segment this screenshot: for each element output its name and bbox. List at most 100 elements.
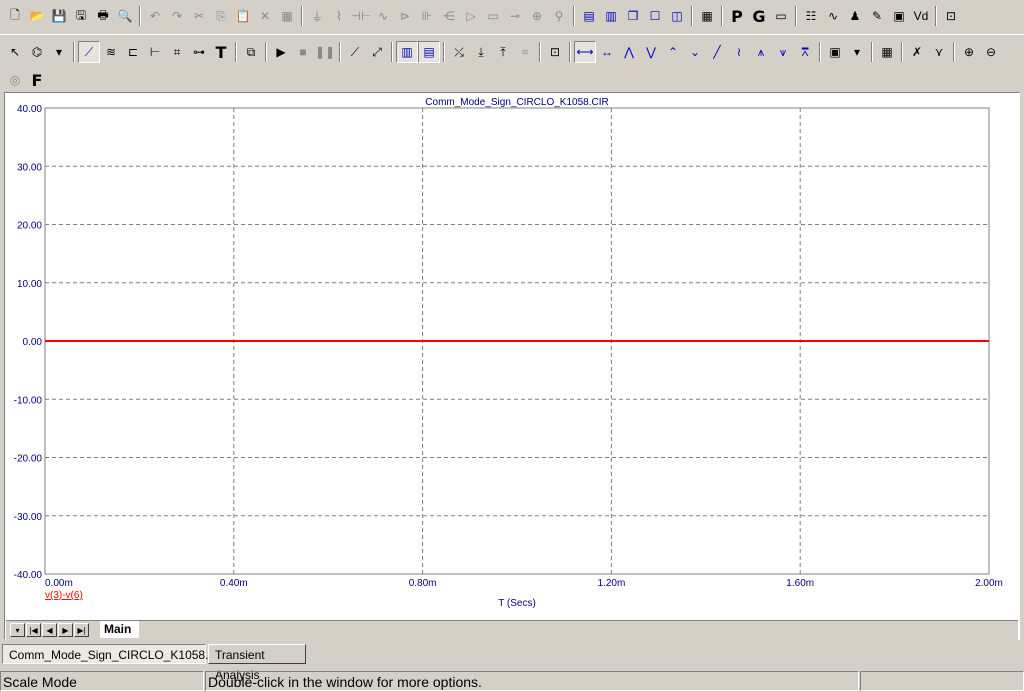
pause-icon[interactable]: ❚❚	[314, 41, 336, 63]
minor-grid-icon[interactable]: ▤	[418, 41, 440, 63]
peak-icon[interactable]: ⤯	[448, 41, 470, 63]
line-icon[interactable]: ⟋	[344, 41, 366, 63]
zoom-out-icon[interactable]: ⊖	[980, 41, 1002, 63]
opamp-icon[interactable]: ▷	[460, 5, 482, 27]
table-icon[interactable]: ▦	[876, 41, 898, 63]
inflection-icon[interactable]: ≀	[728, 41, 750, 63]
pointer-icon[interactable]: ↖	[4, 41, 26, 63]
y-axis-icon[interactable]: ⋎	[928, 41, 950, 63]
run-icon[interactable]: ▶	[270, 41, 292, 63]
open-folder-icon[interactable]: 📂	[26, 5, 48, 27]
global-high-icon[interactable]: ⩚	[750, 41, 772, 63]
next-tab-button[interactable]: ▶	[58, 623, 73, 637]
flag-icon[interactable]: ⚲	[548, 5, 570, 27]
valley-icon[interactable]: ⤓	[470, 41, 492, 63]
cascade-icon[interactable]: ❐	[622, 5, 644, 27]
y-tick-label: -30.00	[14, 512, 43, 523]
prev-tab-button[interactable]: ◀	[42, 623, 57, 637]
box-icon[interactable]: ⊏	[122, 41, 144, 63]
dropdown-arrow-icon[interactable]: ▾	[48, 41, 70, 63]
copy-icon[interactable]: ⎘	[210, 5, 232, 27]
dataset-icon[interactable]: ▣	[824, 41, 846, 63]
scale-mode-icon[interactable]: ⟋	[78, 41, 100, 63]
maximize-window-icon[interactable]: ☐	[644, 5, 666, 27]
dashed-line-icon[interactable]: ⤢	[366, 41, 388, 63]
undo-icon[interactable]: ↶	[144, 5, 166, 27]
color-palette-icon[interactable]: ◎	[4, 69, 26, 91]
next-simple-valley-icon[interactable]: ⌄	[684, 41, 706, 63]
save-icon[interactable]: 💾	[48, 5, 70, 27]
chart-zoom-icon[interactable]: ⊡	[544, 41, 566, 63]
cursor-mode-icon[interactable]: ⊢	[144, 41, 166, 63]
pen-icon[interactable]: ✎	[866, 5, 888, 27]
battery-icon[interactable]: ⊪	[416, 5, 438, 27]
diode-icon[interactable]: ⊳	[394, 5, 416, 27]
tile-vertical-icon[interactable]: ▥	[600, 5, 622, 27]
transistor-icon[interactable]: ⋲	[438, 5, 460, 27]
y-tick-label: 30.00	[17, 162, 42, 173]
sheet-tab-main[interactable]: Main	[100, 621, 140, 638]
dropdown-arrow2-icon[interactable]: ▾	[846, 41, 868, 63]
g-button-icon[interactable]: G	[748, 5, 770, 27]
select-shapes-icon[interactable]: ⌬	[26, 41, 48, 63]
save-all-icon[interactable]: 🖫	[70, 5, 92, 27]
text-icon[interactable]: T	[210, 41, 232, 63]
next-peak-icon[interactable]: ⋀	[618, 41, 640, 63]
tile-horizontal-icon[interactable]: ▤	[578, 5, 600, 27]
redo-icon[interactable]: ↷	[166, 5, 188, 27]
grid-icon[interactable]: ▥	[396, 41, 418, 63]
paste-icon[interactable]: 📋	[232, 5, 254, 27]
macro-icon[interactable]: ▭	[482, 5, 504, 27]
plot-window[interactable]: 40.00 30.00 20.00 10.00 0.00 -10.00 -20.00 -30.…	[4, 92, 1020, 640]
top-icon[interactable]: ⩞	[794, 41, 816, 63]
series-legend-label[interactable]: v(3)-v(6)	[45, 590, 83, 601]
first-tab-button[interactable]: |◀	[26, 623, 41, 637]
point-tag-icon[interactable]: ⌗	[166, 41, 188, 63]
cursor-right-icon[interactable]: ↔	[596, 41, 618, 63]
calculator-icon[interactable]: ▦	[696, 5, 718, 27]
x-axis-icon[interactable]: ✗	[906, 41, 928, 63]
switch-icon[interactable]: ⊸	[504, 5, 526, 27]
font-icon[interactable]: F	[26, 69, 48, 91]
high-icon[interactable]: ⤒	[492, 41, 514, 63]
inductor-icon[interactable]: ∿	[372, 5, 394, 27]
probe-icon[interactable]: ♟	[844, 5, 866, 27]
transient-chart[interactable]: 40.00 30.00 20.00 10.00 0.00 -10.00 -20.00 -30.…	[5, 93, 1019, 639]
scope-icon[interactable]: ▣	[888, 5, 910, 27]
global-low-icon[interactable]: ⩛	[772, 41, 794, 63]
source-icon[interactable]: ⊕	[526, 5, 548, 27]
doc-tab-transient[interactable]: Transient Analysis	[208, 644, 306, 682]
select-all-icon[interactable]: ▦	[276, 5, 298, 27]
slope-icon[interactable]: ╱	[706, 41, 728, 63]
waveform-pan-icon[interactable]: ≋	[100, 41, 122, 63]
delete-icon[interactable]: ✕	[254, 5, 276, 27]
properties-icon[interactable]: ☷	[800, 5, 822, 27]
toolbar-separator	[721, 6, 723, 26]
next-simple-peak-icon[interactable]: ⌃	[662, 41, 684, 63]
zoom-in-icon[interactable]: ⊕	[958, 41, 980, 63]
last-tab-button[interactable]: ▶|	[74, 623, 89, 637]
new-file-icon[interactable]: 🗋	[4, 5, 26, 27]
p-button-icon[interactable]: P	[726, 5, 748, 27]
horizontal-tag-icon[interactable]: ⊶	[188, 41, 210, 63]
capacitor-icon[interactable]: ⊣⊢	[350, 5, 372, 27]
properties-dialog-icon[interactable]: ⧉	[240, 41, 262, 63]
window-split-icon[interactable]: ◫	[666, 5, 688, 27]
cut-icon[interactable]: ✂	[188, 5, 210, 27]
print-icon[interactable]: 🖶	[92, 5, 114, 27]
cursor-left-icon[interactable]: ⟷	[574, 41, 596, 63]
next-valley-icon[interactable]: ⋁	[640, 41, 662, 63]
low-icon[interactable]: ≈	[514, 41, 536, 63]
resistor-icon[interactable]: ⌇	[328, 5, 350, 27]
document-tabs: Comm_Mode_Sign_CIRCLO_K1058.CIR Transien…	[0, 642, 1024, 682]
waveform-icon[interactable]: ∿	[822, 5, 844, 27]
tab-menu-button[interactable]: ▾	[10, 623, 25, 637]
ground-icon[interactable]: ⏚	[306, 5, 328, 27]
vd-icon[interactable]: Vd	[910, 5, 932, 27]
status-extra	[860, 671, 1024, 691]
zoom-window-icon[interactable]: ⊡	[940, 5, 962, 27]
doc-tab-circuit[interactable]: Comm_Mode_Sign_CIRCLO_K1058.CIR	[2, 644, 229, 664]
print-preview-icon[interactable]: 🔍	[114, 5, 136, 27]
stop-icon[interactable]: ■	[292, 41, 314, 63]
page-icon[interactable]: ▭	[770, 5, 792, 27]
